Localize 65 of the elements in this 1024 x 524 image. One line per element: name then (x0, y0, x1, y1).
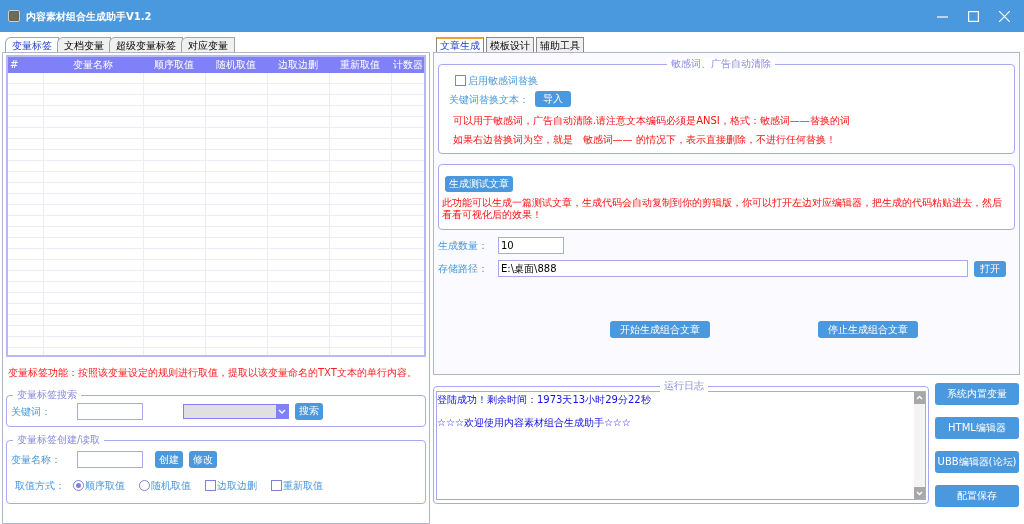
field-label: 存储路径： (438, 262, 489, 276)
option-label: 重新取值 (283, 479, 323, 493)
open-button[interactable]: 打开 (974, 260, 1006, 277)
variable-name-field[interactable] (77, 451, 143, 468)
column-header[interactable]: 随机取值 (205, 57, 267, 73)
create-button[interactable]: 创建 (155, 451, 183, 468)
field-label: 取值方式： (15, 479, 66, 493)
count-field[interactable]: 10 (498, 237, 564, 254)
info-text: 可以用于敏感词，广告自动清除.请注意文本编码必须是ANSI，格式：敏感词——替换的词 (452, 114, 851, 128)
dropdown[interactable] (183, 403, 289, 419)
field-label: 生成数量： (438, 239, 489, 253)
tool-button[interactable]: UBB编辑器(论坛) (935, 451, 1019, 473)
tab[interactable]: 超级变量标签 (109, 37, 183, 52)
column-header[interactable]: 顺序取值 (143, 57, 205, 73)
window-title: 内容素材组合生成助手V1.2 (26, 9, 152, 24)
field-label: 关键词： (11, 404, 52, 419)
app-icon (8, 10, 20, 22)
column-header[interactable]: # (8, 57, 43, 73)
scroll-down-icon[interactable] (914, 487, 925, 499)
info-text: 此功能可以生成一篇测试文章，生成代码会自动复制到你的剪辑版，你可以打开左边对应编辑器，把生成的代码粘贴进去，然后看看可视化后的效果！ (442, 197, 1003, 221)
group-title: 运行日志 (660, 380, 708, 392)
field-label: 变量名称： (11, 453, 62, 467)
column-header[interactable]: 边取边删 (267, 57, 329, 73)
tab[interactable]: 文章生成 (436, 37, 484, 52)
group-title: 变量标签搜索 (13, 389, 81, 401)
caret-icon (276, 404, 288, 418)
checkbox[interactable] (271, 480, 282, 491)
field-label: 关键词替换文本： (449, 92, 529, 107)
tool-button[interactable]: 系统内置变量 (935, 383, 1019, 405)
radio-button[interactable] (73, 480, 84, 491)
column-header[interactable]: 重新取值 (329, 57, 391, 73)
tab[interactable]: 模板设计 (486, 37, 534, 52)
tab[interactable]: 对应变量 (181, 37, 235, 52)
tab[interactable]: 文档变量 (57, 37, 111, 52)
action-button[interactable]: 停止生成组合文章 (818, 321, 918, 338)
keyword-field[interactable] (77, 402, 143, 420)
option-label: 顺序取值 (85, 479, 125, 493)
checkbox-label: 启用敏感词替换 (468, 74, 538, 88)
info-text: 如果右边替换词为空，就是 敏感词—— 的情况下，表示直接删除，不进行任何替换！ (452, 133, 837, 147)
generate-test-button[interactable]: 生成测试文章 (445, 176, 513, 192)
path-field[interactable]: E:\桌面\888 (498, 260, 968, 277)
radio-button[interactable] (139, 480, 150, 491)
column-header[interactable]: 变量名称 (43, 57, 143, 73)
checkbox[interactable] (455, 75, 466, 86)
log-line: 登陆成功！剩余时间：1973天13小时29分22秒 (437, 393, 652, 407)
option-label: 随机取值 (151, 479, 191, 493)
log-line: ☆☆☆欢迎使用内容素材组合生成助手☆☆☆ (437, 416, 632, 430)
column-header[interactable]: 计数器 (391, 57, 424, 73)
group-title: 变量标签创建/读取 (13, 434, 105, 446)
checkbox[interactable] (205, 480, 216, 491)
import-button[interactable]: 导入 (535, 91, 571, 107)
info-text: 变量标签功能：按照该变量设定的规则进行取值，提取以该变量命名的TXT文本的单行内容。 (7, 366, 418, 380)
group-title: 敏感词、广告自动清除 (667, 58, 775, 70)
tool-button[interactable]: 配置保存 (935, 485, 1019, 507)
option-label: 边取边删 (217, 479, 257, 493)
scrollbar[interactable] (914, 392, 925, 499)
edit-button[interactable]: 修改 (189, 451, 217, 468)
close-icon[interactable] (999, 10, 1010, 22)
maximize-icon[interactable] (968, 10, 979, 22)
action-button[interactable]: 开始生成组合文章 (610, 321, 710, 338)
tab[interactable]: 辅助工具 (536, 37, 584, 52)
scroll-up-icon[interactable] (914, 392, 925, 404)
tab[interactable]: 变量标签 (5, 37, 59, 52)
tool-button[interactable]: HTML编辑器 (935, 417, 1019, 439)
search-button[interactable]: 搜索 (295, 402, 323, 420)
